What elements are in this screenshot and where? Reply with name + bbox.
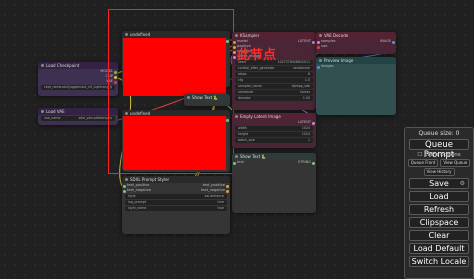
widget-value: sai-enhance [204, 194, 224, 198]
widget-value: 1 [307, 138, 310, 142]
extra-options-label: Extra options [424, 152, 461, 158]
widget-label: width [238, 126, 247, 130]
switch-locale-button[interactable]: Switch Locale [409, 256, 469, 267]
node-title[interactable]: Show Text 🐍 [184, 94, 230, 101]
widget-label: vae_name [44, 116, 61, 120]
denoise-widget[interactable]: denoise 1.00 [235, 96, 313, 101]
node-title[interactable]: VAE Decode [316, 32, 396, 39]
sampler-widget[interactable]: sampler_name dpmpp_sde [235, 84, 313, 89]
queue-buttons-row: Queue Front View Queue [407, 159, 471, 167]
save-label: Save [429, 179, 449, 188]
clipspace-button[interactable]: Clipspace [409, 217, 469, 228]
input-text[interactable]: text STRING [232, 160, 316, 165]
widget-value: 1.5 [304, 78, 310, 82]
input-label: images [321, 64, 334, 68]
widget-label: style_name [128, 206, 147, 210]
queue-panel: Queue size: 0 Queue Prompt ☐ Extra optio… [404, 127, 474, 279]
queue-size: Queue size: 0 [418, 130, 460, 137]
log-prompt-widget[interactable]: log_prompt true [125, 200, 227, 205]
widget-value: true [217, 206, 224, 210]
cfg-widget[interactable]: cfg 1.5 [235, 78, 313, 83]
view-queue-button[interactable]: View Queue [440, 159, 471, 167]
refresh-button[interactable]: Refresh [409, 204, 469, 215]
save-button[interactable]: Save ⚙ [409, 178, 469, 189]
io-negative[interactable]: text_negative text_negative [122, 188, 230, 193]
node-title[interactable]: Load Checkpoint [38, 62, 118, 69]
widget-value: 6 [307, 72, 310, 76]
node-title[interactable]: Show Text 🐍 [232, 153, 316, 160]
widget-label: scheduler [238, 90, 254, 94]
input-label: vae [321, 44, 328, 48]
show-text-node-2[interactable]: Show Text 🐍 text STRING [232, 153, 316, 213]
selection-box [108, 9, 234, 174]
gear-icon[interactable]: ⚙ [460, 179, 465, 189]
output-label: LATENT [297, 120, 311, 124]
scheduler-widget[interactable]: scheduler karras [235, 90, 313, 95]
batch-size-widget[interactable]: batch_size 1 [235, 138, 313, 143]
widget-value: karras [300, 90, 310, 94]
node-title[interactable]: KSampler [232, 32, 316, 39]
load-default-button[interactable]: Load Default [409, 243, 469, 254]
widget-value: randomize [293, 66, 310, 70]
width-widget[interactable]: width 1024 [235, 126, 313, 131]
widget-label: height [238, 132, 249, 136]
output-latent[interactable]: LATENT [232, 120, 316, 125]
extra-options-checkbox[interactable]: ☐ Extra options [405, 152, 473, 158]
show-text-node-1[interactable]: Show Text 🐍 [184, 94, 230, 106]
widget-value: 1024 [301, 126, 310, 130]
empty-latent-node[interactable]: Empty Latent Image LATENT width 1024 heig… [232, 113, 316, 148]
style-name-widget[interactable]: style_name true [125, 206, 227, 211]
widget-label: steps [238, 72, 247, 76]
widget-label: control_after_generate [238, 66, 275, 70]
annotation-text: 此节点 [237, 48, 277, 63]
node-title[interactable]: Empty Latent Image [232, 113, 316, 120]
vae-decode-node[interactable]: VAE Decode samples IMAGE vae [316, 32, 396, 54]
widget-label: batch_size [238, 138, 255, 142]
widget-label: style [128, 194, 136, 198]
input-label: text_negative [127, 188, 151, 192]
widget-label: log_prompt [128, 200, 147, 204]
control-widget[interactable]: control_after_generate randomize [235, 66, 313, 71]
output-vae[interactable]: VAE [38, 79, 118, 84]
sdxl-prompt-styler-node[interactable]: SDXL Prompt Styler text_positive text_pos… [122, 176, 230, 234]
output-label: STRING [297, 160, 311, 164]
widget-value: sdxl\juggernaut_v9_Lightning_fp16.safete… [61, 85, 112, 89]
load-vae-node[interactable]: Load VAE vae_name sdxl_vae.safetensors [38, 108, 118, 125]
input-vae[interactable]: vae [316, 44, 396, 49]
widget-label: cfg [238, 78, 243, 82]
widget-value: sdxl_vae.safetensors [78, 116, 112, 120]
queue-prompt-button[interactable]: Queue Prompt [409, 139, 469, 160]
widget-label: sampler_name [238, 84, 262, 88]
queue-front-button[interactable]: Queue Front [407, 159, 439, 167]
style-widget[interactable]: style sai-enhance [125, 194, 227, 199]
widget-value: 1027378458832011 [277, 60, 310, 64]
widget-value: dpmpp_sde [291, 84, 310, 88]
input-images[interactable]: images [316, 64, 396, 69]
node-title[interactable]: Load VAE [38, 108, 118, 115]
load-button[interactable]: Load [409, 191, 469, 202]
widget-value: 1024 [301, 132, 310, 136]
node-title[interactable]: SDXL Prompt Styler [122, 176, 230, 183]
ckpt-name-widget[interactable]: ckpt_namesdxl\juggernaut_v9_Lightning_fp… [41, 85, 115, 90]
widget-value: 1.00 [302, 96, 310, 100]
widget-label: denoise [238, 96, 251, 100]
clear-button[interactable]: Clear [409, 230, 469, 241]
load-checkpoint-node[interactable]: Load Checkpoint MODEL CLIP VAE ckpt_name… [38, 62, 118, 96]
view-history-button[interactable]: View History [423, 168, 455, 176]
vae-name-widget[interactable]: vae_name sdxl_vae.safetensors [41, 116, 115, 121]
preview-image-node[interactable]: Preview Image images [316, 57, 396, 115]
widget-label: ckpt_name [44, 85, 62, 89]
history-row: View History [409, 168, 469, 176]
widget-value: true [217, 200, 224, 204]
node-title[interactable]: Preview Image [316, 57, 396, 64]
output-label: text_negative [201, 188, 225, 192]
steps-widget[interactable]: steps 6 [235, 72, 313, 77]
input-label: text [237, 160, 244, 164]
height-widget[interactable]: height 1024 [235, 132, 313, 137]
